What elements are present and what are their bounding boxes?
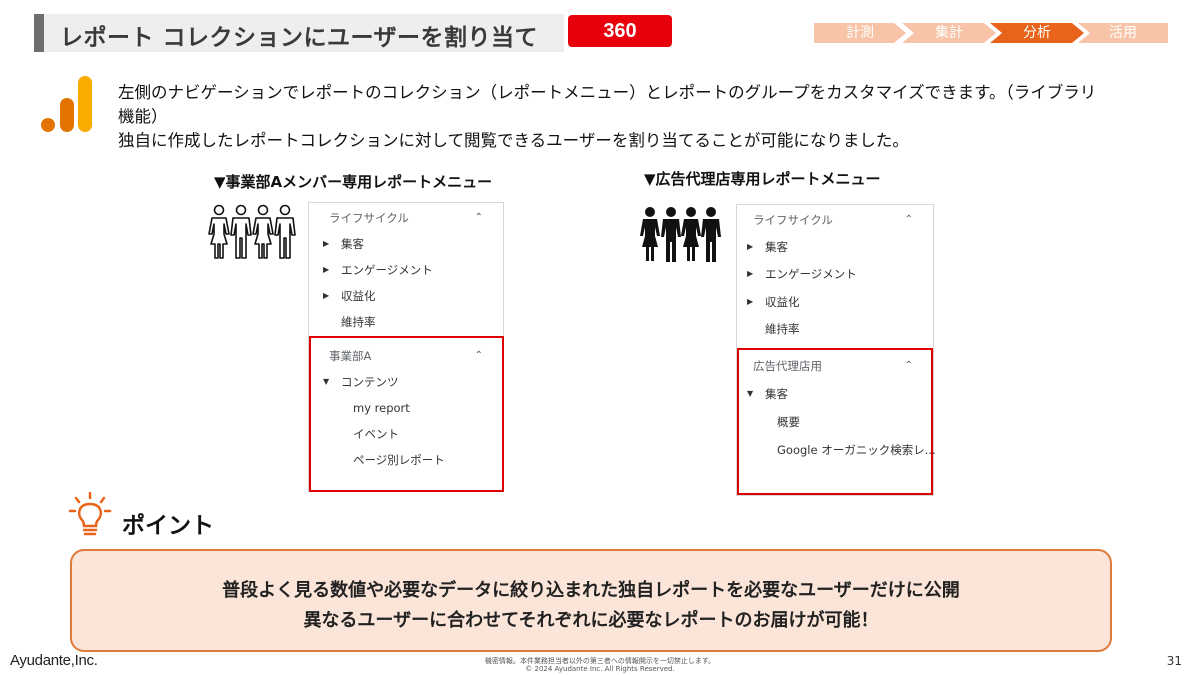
copyright-note: © 2024 Ayudante Inc. All Rights Reserved… xyxy=(525,665,675,673)
step-measure: 計測 xyxy=(814,23,906,43)
process-steps: 計測 集計 分析 活用 xyxy=(814,23,1168,43)
nav-item[interactable]: ▶ エンゲージメント xyxy=(309,257,503,283)
nav-section-lifecycle[interactable]: ライフサイクル ⌃ xyxy=(309,205,503,231)
step-utilize: 活用 xyxy=(1078,23,1168,43)
people-filled-icon xyxy=(640,207,721,262)
chevron-up-icon: ⌃ xyxy=(904,214,913,225)
step-analyze: 分析 xyxy=(990,23,1084,43)
right-menu-heading: ▼広告代理店専用レポートメニュー xyxy=(644,170,881,188)
caret-right-icon: ▶ xyxy=(323,291,330,300)
description-line-2: 機能） xyxy=(118,107,168,126)
nav-item[interactable]: 維持率 xyxy=(737,316,933,342)
step-aggregate: 集計 xyxy=(902,23,996,43)
ga360-badge: 360 xyxy=(568,15,672,47)
nav-item[interactable]: ▶ エンゲージメント xyxy=(737,261,933,287)
page-number: 31 xyxy=(1166,654,1182,668)
nav-item[interactable]: ▶ 収益化 xyxy=(737,289,933,315)
nav-item[interactable]: ▶ 集客 xyxy=(737,234,933,260)
nav-item[interactable]: ▶ 集客 xyxy=(309,231,503,257)
description-line-3: 独自に作成したレポートコレクションに対して閲覧できるユーザーを割り当てることが可… xyxy=(118,131,909,150)
description-line-1: 左側のナビゲーションでレポートのコレクション（レポートメニュー）とレポートのグル… xyxy=(118,83,1097,102)
people-outline-icon xyxy=(208,204,296,259)
google-analytics-logo xyxy=(41,76,92,132)
point-title: ポイント xyxy=(122,513,214,539)
highlight-box xyxy=(309,336,504,492)
highlight-box xyxy=(737,348,933,495)
left-menu-heading: ▼事業部Aメンバー専用レポートメニュー xyxy=(214,173,493,191)
page-title: レポート コレクションにユーザーを割り当て xyxy=(60,25,539,51)
caret-right-icon: ▶ xyxy=(323,265,330,274)
description: 左側のナビゲーションでレポートのコレクション（レポートメニュー）とレポートのグル… xyxy=(118,81,1178,153)
caret-right-icon: ▶ xyxy=(747,269,754,278)
nav-item[interactable]: ▶ 収益化 xyxy=(309,283,503,309)
chevron-up-icon: ⌃ xyxy=(474,212,483,223)
lightbulb-icon xyxy=(68,492,112,536)
caret-right-icon: ▶ xyxy=(747,297,754,306)
caret-right-icon: ▶ xyxy=(747,242,754,251)
point-line-1: 普段よく見る数値や必要なデータに絞り込まれた独自レポートを必要なユーザーだけに公… xyxy=(222,580,960,601)
point-line-2: 異なるユーザーに合わせてそれぞれに必要なレポートのお届けが可能！ xyxy=(303,610,879,631)
title-accent-bar xyxy=(34,14,44,52)
point-box: 普段よく見る数値や必要なデータに絞り込まれた独自レポートを必要なユーザーだけに公… xyxy=(70,549,1112,652)
nav-section-lifecycle[interactable]: ライフサイクル ⌃ xyxy=(737,207,933,233)
nav-item[interactable]: 維持率 xyxy=(309,309,503,335)
company-logo: Ayudante,Inc. xyxy=(10,652,98,669)
caret-right-icon: ▶ xyxy=(323,239,330,248)
